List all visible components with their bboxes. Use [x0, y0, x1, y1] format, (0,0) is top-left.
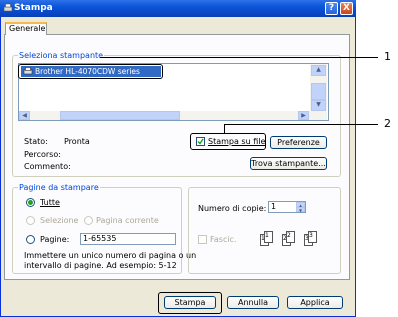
spin-down-icon[interactable]: ▼	[296, 207, 305, 213]
comment-label: Commento:	[24, 162, 71, 171]
apply-button[interactable]: Applica	[287, 296, 343, 309]
pages-help-line-2: intervallo di pagine. Ad esempio: 5-12	[24, 261, 177, 270]
print-button[interactable]: Stampa	[164, 296, 216, 309]
preferences-button[interactable]: Preferenze	[270, 136, 327, 149]
scroll-right-icon[interactable]: ▶	[298, 111, 309, 120]
tab-general[interactable]: Generale	[5, 22, 47, 35]
pages-input[interactable]: 1-65535	[80, 233, 176, 245]
radio-pages[interactable]	[26, 235, 35, 244]
print-to-file-label[interactable]: Stampa su file	[208, 137, 265, 146]
callout-1-highlight	[18, 64, 163, 79]
collate-label[interactable]: Fascic.	[210, 235, 237, 244]
callout-2-line	[224, 124, 378, 125]
scroll-down-icon[interactable]: ▼	[311, 100, 326, 111]
status-label: Stato:	[24, 137, 48, 146]
radio-selection-label[interactable]: Selezione	[40, 216, 78, 225]
status-value: Pronta	[64, 137, 90, 146]
scroll-up-icon[interactable]: ▲	[311, 65, 326, 76]
checkmark-icon	[197, 138, 204, 145]
page-icon: 2	[286, 231, 295, 243]
radio-all-label[interactable]: Tutte	[40, 198, 60, 207]
page-range-label: Pagine da stampare	[18, 183, 100, 192]
radio-current-page-label[interactable]: Pagina corrente	[96, 216, 159, 225]
radio-current-page[interactable]	[84, 216, 93, 225]
help-button[interactable]: ?	[325, 2, 338, 15]
scroll-thumb[interactable]	[311, 83, 326, 100]
cancel-button[interactable]: Annulla	[227, 296, 279, 309]
pages-help-line-1: Immettere un unico numero di pagina o un	[24, 251, 197, 260]
page-icon: 1	[264, 231, 273, 243]
close-button[interactable]: X	[340, 2, 353, 15]
location-label: Percorso:	[24, 150, 61, 159]
page-icon: 3	[308, 231, 317, 243]
callout-2-number: 2	[384, 117, 391, 130]
radio-pages-label[interactable]: Pagine:	[40, 235, 69, 244]
window-title: Stampa	[14, 3, 53, 13]
collate-checkbox[interactable]	[198, 235, 207, 244]
copies-label: Numero di copie:	[198, 204, 267, 213]
scroll-left-icon[interactable]: ◀	[19, 111, 30, 120]
copies-input[interactable]: 1 ▲ ▼	[268, 201, 306, 213]
copies-value: 1	[271, 202, 277, 211]
callout-1-number: 1	[384, 50, 391, 63]
callout-2-connector	[224, 124, 225, 134]
callout-1-line	[100, 57, 378, 58]
find-printer-button[interactable]: Trova stampante...	[250, 157, 327, 170]
title-bar[interactable]	[0, 0, 356, 17]
printer-app-icon	[3, 3, 13, 12]
radio-all[interactable]	[26, 198, 35, 207]
hscroll-thumb[interactable]	[60, 111, 180, 120]
radio-selection[interactable]	[26, 216, 35, 225]
printer-group-label: Seleziona stampante	[18, 51, 105, 60]
collate-illustration: 1 1 2 2 3 3	[258, 228, 328, 250]
print-to-file-checkbox[interactable]	[196, 137, 205, 146]
